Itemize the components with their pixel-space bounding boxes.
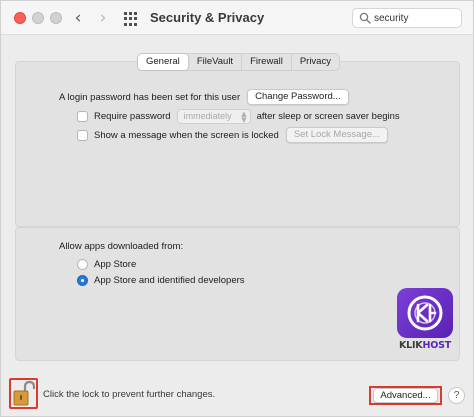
require-password-row: Require password immediately ▲ ▼ after sl… — [77, 109, 400, 124]
klikhost-badge-icon — [397, 288, 453, 338]
lock-highlight-box[interactable] — [9, 378, 38, 409]
require-password-checkbox[interactable] — [77, 111, 88, 122]
back-arrow-icon[interactable]: ‹ — [69, 8, 87, 28]
radio-app-store[interactable] — [77, 259, 88, 270]
zoom-button[interactable] — [50, 12, 62, 24]
title-bar: ‹ › Security & Privacy — [1, 1, 473, 35]
allow-apps-panel: Allow apps downloaded from: App Store Ap… — [15, 227, 460, 361]
require-password-suffix: after sleep or screen saver begins — [256, 111, 400, 122]
advanced-highlight-box: Advanced... — [369, 386, 442, 405]
close-button[interactable] — [14, 12, 26, 24]
radio-app-store-label: App Store — [94, 259, 137, 270]
tab-filevault[interactable]: FileVault — [189, 54, 243, 70]
radio-identified-developers-label: App Store and identified developers — [94, 275, 245, 286]
tab-bar: General FileVault Firewall Privacy — [137, 53, 340, 71]
show-message-label: Show a message when the screen is locked — [94, 129, 279, 141]
require-password-label: Require password — [94, 111, 171, 122]
tab-firewall[interactable]: Firewall — [242, 54, 292, 70]
radio-row-app-store[interactable]: App Store — [77, 259, 136, 270]
klikhost-watermark-logo: KLIKHOST — [395, 288, 455, 351]
show-all-grid-icon[interactable] — [124, 12, 138, 26]
radio-row-identified-developers[interactable]: App Store and identified developers — [77, 275, 245, 286]
tab-privacy[interactable]: Privacy — [292, 54, 339, 70]
window-title: Security & Privacy — [150, 10, 265, 25]
lock-status-text: Click the lock to prevent further change… — [43, 389, 216, 400]
set-lock-message-button[interactable]: Set Lock Message... — [285, 127, 388, 143]
unlocked-padlock-icon[interactable] — [11, 380, 36, 407]
general-settings-panel: A login password has been set for this u… — [15, 61, 460, 227]
forward-arrow-icon[interactable]: › — [94, 8, 112, 28]
show-message-row: Show a message when the screen is locked… — [77, 127, 388, 143]
search-field[interactable] — [352, 8, 462, 28]
require-password-select[interactable]: immediately ▲ ▼ — [176, 109, 251, 124]
allow-apps-heading: Allow apps downloaded from: — [59, 241, 184, 252]
change-password-button[interactable]: Change Password... — [247, 89, 349, 105]
login-password-text: A login password has been set for this u… — [59, 91, 241, 103]
radio-identified-developers[interactable] — [77, 275, 88, 286]
chevron-updown-icon: ▲ ▼ — [241, 110, 247, 124]
tab-general[interactable]: General — [138, 54, 189, 70]
search-input[interactable] — [374, 11, 458, 26]
show-message-checkbox[interactable] — [77, 129, 88, 141]
minimize-button[interactable] — [32, 12, 44, 24]
login-password-row: A login password has been set for this u… — [59, 89, 349, 105]
advanced-button[interactable]: Advanced... — [373, 388, 438, 403]
klikhost-logo-text: KLIKHOST — [398, 340, 452, 351]
preferences-window: ‹ › Security & Privacy A login password … — [0, 0, 474, 417]
help-button[interactable]: ? — [448, 387, 465, 404]
search-icon — [359, 12, 371, 24]
